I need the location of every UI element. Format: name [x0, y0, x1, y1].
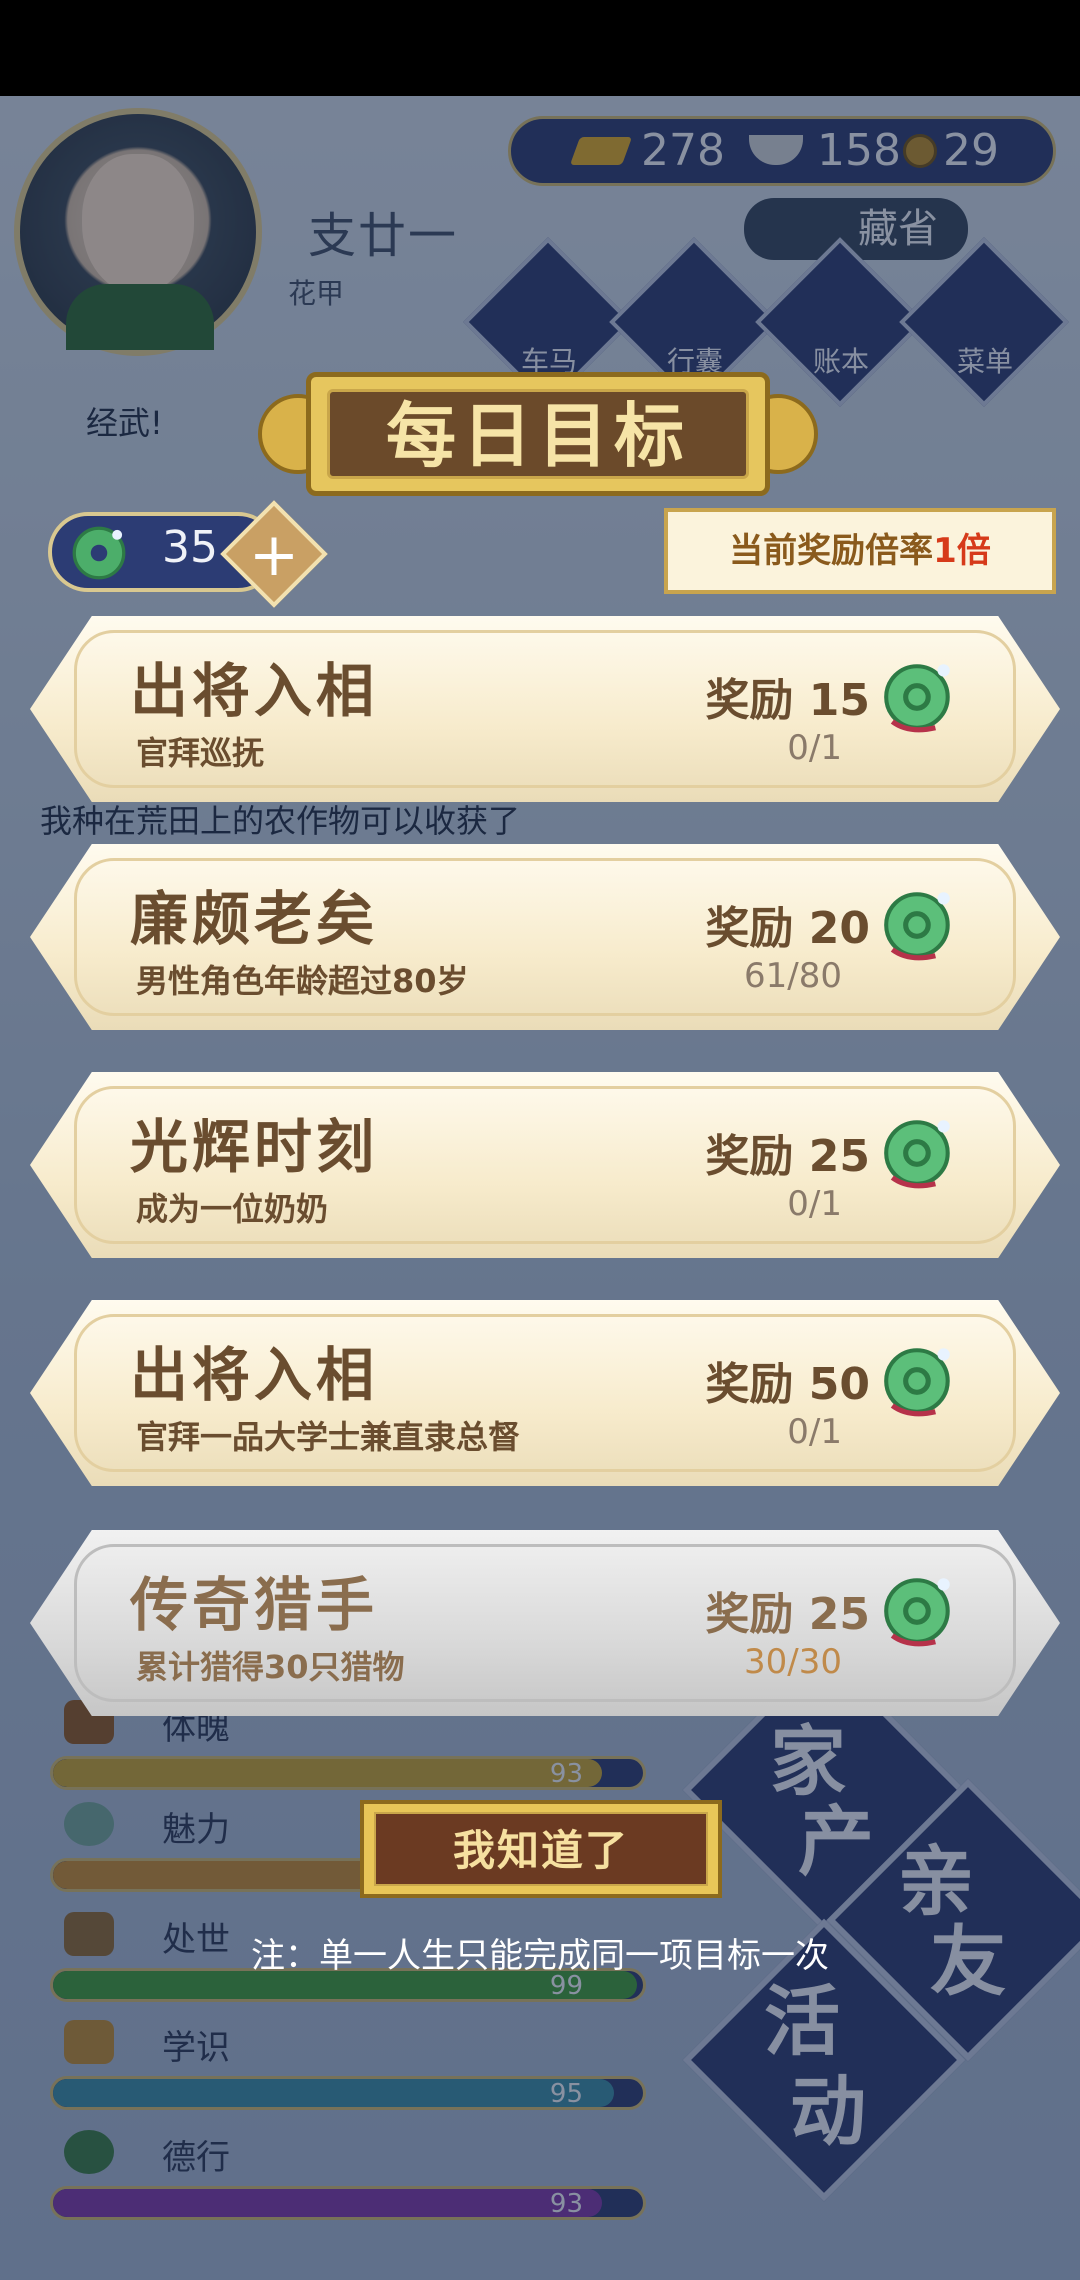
jade-coin-icon	[878, 1112, 960, 1194]
goal-card[interactable]: 出将入相官拜巡抚 奖励 15 0/1	[30, 616, 1060, 802]
goal-progress: 61/80	[744, 956, 842, 996]
jade-coin-icon	[878, 884, 960, 966]
goal-subtitle: 成为一位奶奶	[136, 1190, 329, 1228]
goal-card[interactable]: 出将入相官拜一品大学士兼直隶总督 奖励 50 0/1	[30, 1300, 1060, 1486]
goal-title: 光辉时刻	[130, 1113, 379, 1181]
jade-coin-icon	[72, 526, 126, 580]
goal-subtitle: 官拜巡抚	[136, 734, 265, 772]
goal-reward: 奖励 25	[705, 1131, 870, 1182]
goal-reward: 奖励 50	[705, 1359, 870, 1410]
plaque-body: 每日目标	[306, 372, 770, 496]
goal-title: 出将入相	[130, 1341, 379, 1409]
goal-card[interactable]: 传奇猎手累计猎得30只猎物 奖励 25 30/30	[30, 1530, 1060, 1716]
goal-progress: 0/1	[787, 1184, 842, 1224]
acknowledge-label: 我知道了	[374, 1812, 708, 1886]
reward-multiplier: 当前奖励倍率1倍	[664, 508, 1056, 594]
plus-icon: +	[248, 520, 300, 590]
goal-title: 出将入相	[130, 657, 379, 725]
acknowledge-button[interactable]: 我知道了	[360, 1800, 722, 1898]
goal-reward: 奖励 25	[705, 1589, 870, 1640]
multiplier-label: 当前奖励倍率	[729, 531, 934, 571]
goal-reward: 奖励 15	[705, 675, 870, 726]
jade-coin-icon	[878, 1340, 960, 1422]
goal-card[interactable]: 光辉时刻成为一位奶奶 奖励 25 0/1	[30, 1072, 1060, 1258]
goal-subtitle: 官拜一品大学士兼直隶总督	[136, 1418, 521, 1456]
modal-note: 注：单一人生只能完成同一项目标一次	[251, 1936, 829, 1976]
jade-coin-icon	[878, 656, 960, 738]
goal-title: 廉颇老矣	[130, 885, 379, 953]
goal-progress: 0/1	[787, 728, 842, 768]
modal-title: 每日目标	[327, 389, 749, 479]
goal-card[interactable]: 廉颇老矣男性角色年龄超过80岁 奖励 20 61/80	[30, 844, 1060, 1030]
goal-subtitle: 累计猎得30只猎物	[136, 1648, 405, 1686]
jade-coin-icon	[878, 1570, 960, 1652]
goal-subtitle: 男性角色年龄超过80岁	[136, 962, 469, 1000]
daily-goals-title-plaque: 每日目标	[258, 372, 818, 496]
jade-count: 35	[162, 522, 218, 573]
goal-title: 传奇猎手	[130, 1571, 379, 1639]
goal-progress: 30/30	[744, 1642, 842, 1682]
status-bar	[0, 0, 1080, 96]
multiplier-value: 1倍	[933, 531, 991, 571]
goal-reward: 奖励 20	[705, 903, 870, 954]
goal-progress: 0/1	[787, 1412, 842, 1452]
